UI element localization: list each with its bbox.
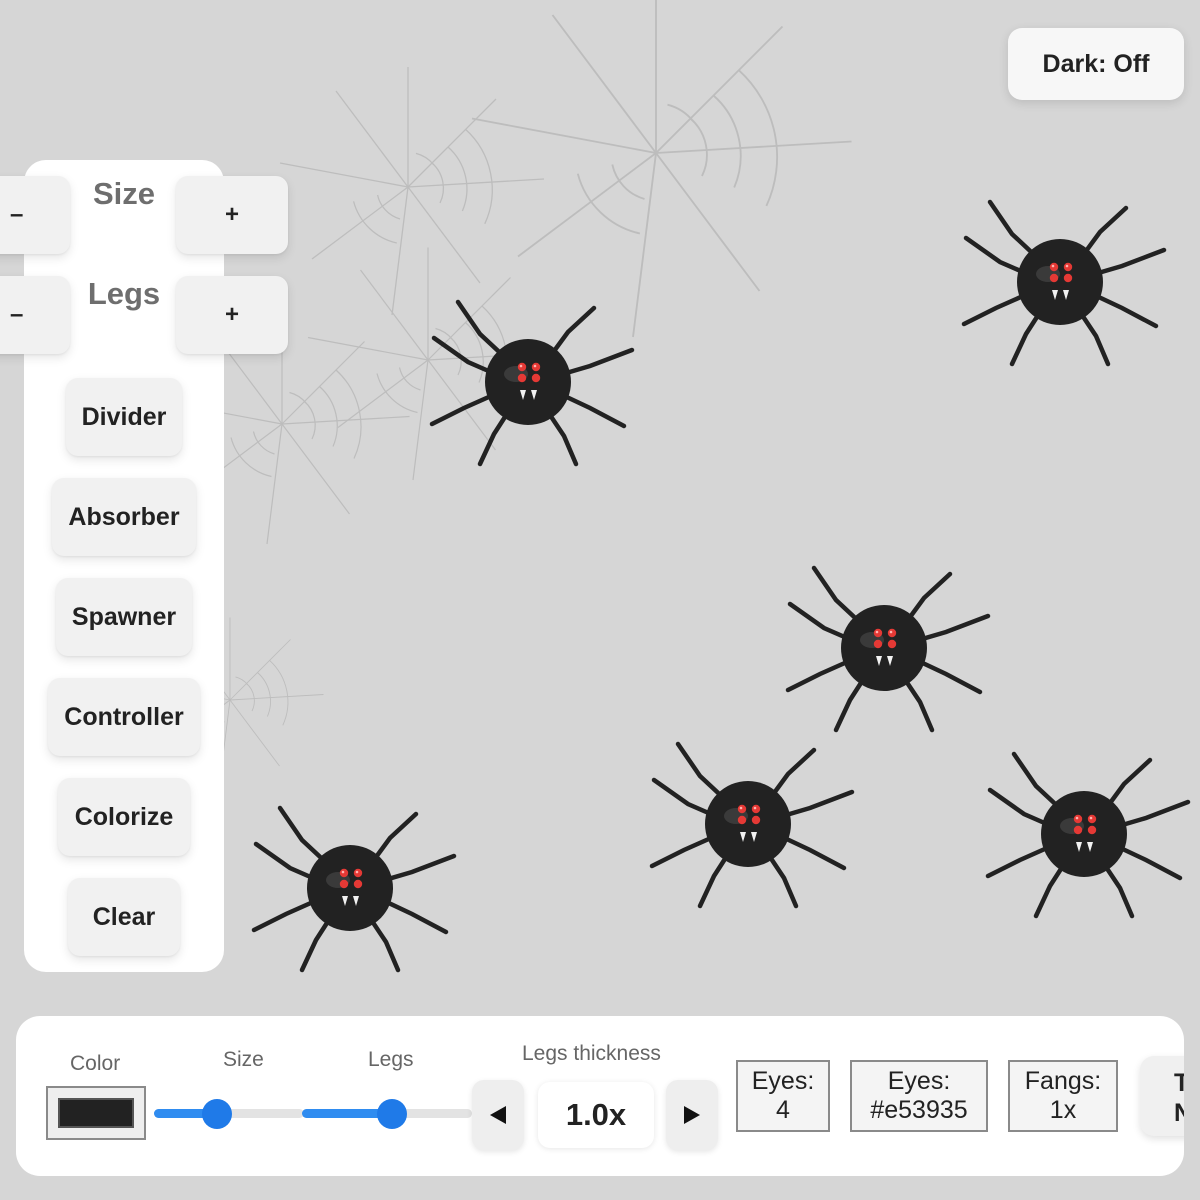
- thickness-increase-button[interactable]: [666, 1080, 718, 1150]
- color-label: Color: [70, 1052, 121, 1075]
- colorize-button[interactable]: Colorize: [58, 778, 190, 856]
- triangle-right-icon: [684, 1106, 700, 1124]
- eyes-count-button[interactable]: Eyes: 4: [736, 1060, 830, 1132]
- cutoff-button-line2: N: [1174, 1099, 1184, 1127]
- absorber-button[interactable]: Absorber: [52, 478, 196, 556]
- legs-slider-label: Legs: [368, 1048, 414, 1071]
- size-slider-thumb[interactable]: [202, 1099, 232, 1129]
- fangs-button[interactable]: Fangs: 1x: [1008, 1060, 1118, 1132]
- spider-icon[interactable]: [964, 202, 1164, 364]
- fangs-label: Fangs:: [1024, 1067, 1102, 1095]
- eyes-color-label: Eyes:: [887, 1067, 951, 1095]
- thickness-decrease-button[interactable]: [472, 1080, 524, 1150]
- dark-mode-toggle[interactable]: Dark: Off: [1008, 28, 1184, 100]
- legs-decrease-button[interactable]: –: [0, 276, 70, 354]
- eyes-color-value: #e53935: [870, 1096, 968, 1124]
- legs-slider[interactable]: [302, 1098, 472, 1129]
- bottom-control-bar: Color Size Legs Legs thickness 1.0x Eyes…: [16, 1016, 1184, 1176]
- cutoff-button[interactable]: Te N: [1140, 1056, 1184, 1136]
- spider-icon[interactable]: [652, 744, 852, 906]
- size-decrease-button[interactable]: –: [0, 176, 70, 254]
- divider-button[interactable]: Divider: [66, 378, 182, 456]
- clear-button[interactable]: Clear: [68, 878, 180, 956]
- spider-icon[interactable]: [788, 568, 988, 730]
- web-icon: [279, 66, 545, 316]
- color-swatch-fill: [58, 1098, 134, 1128]
- cutoff-button-line1: Te: [1174, 1069, 1184, 1097]
- eyes-color-button[interactable]: Eyes: #e53935: [850, 1060, 988, 1132]
- legs-thickness-label: Legs thickness: [522, 1042, 661, 1065]
- legs-increase-button[interactable]: +: [176, 276, 288, 354]
- eyes-count-label: Eyes:: [751, 1067, 815, 1095]
- size-increase-button[interactable]: +: [176, 176, 288, 254]
- size-slider-label: Size: [223, 1048, 264, 1071]
- triangle-left-icon: [490, 1106, 506, 1124]
- spider-icon[interactable]: [254, 808, 454, 970]
- spawner-button[interactable]: Spawner: [56, 578, 192, 656]
- fangs-value: 1x: [1049, 1096, 1077, 1124]
- spider-icon[interactable]: [988, 754, 1188, 916]
- legs-title: Legs: [87, 276, 161, 311]
- color-picker[interactable]: [46, 1086, 146, 1140]
- size-title: Size: [92, 176, 156, 211]
- controller-button[interactable]: Controller: [48, 678, 200, 756]
- size-slider[interactable]: [154, 1098, 304, 1129]
- legs-thickness-value: 1.0x: [538, 1082, 654, 1148]
- web-icon: [471, 0, 853, 338]
- legs-slider-thumb[interactable]: [377, 1099, 408, 1129]
- eyes-count-value: 4: [776, 1096, 790, 1124]
